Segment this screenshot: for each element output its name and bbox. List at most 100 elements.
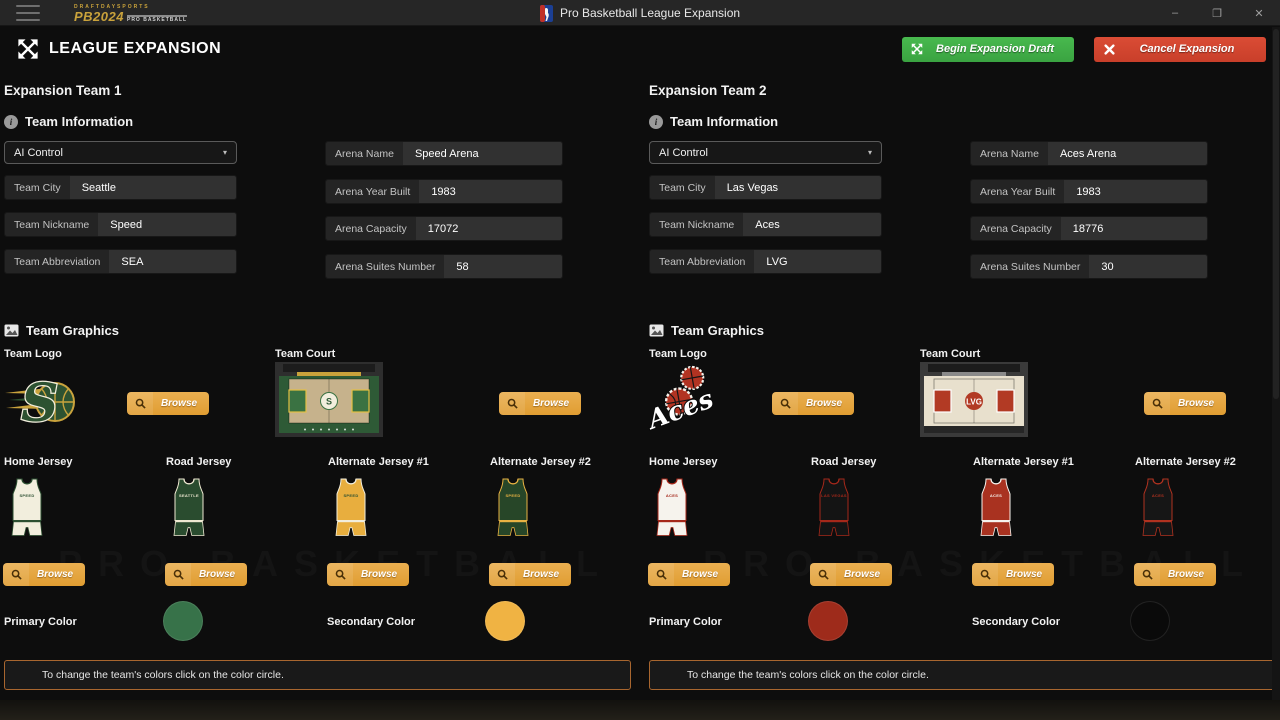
arena-year-built-label: Arena Year Built <box>971 180 1064 203</box>
team-city-label: Team City <box>650 176 715 199</box>
ai-control-select[interactable]: AI Control ▾ <box>649 141 882 164</box>
expansion-team-1-panel: PRO BASKETBALL Expansion Team 1 i Team I… <box>3 75 636 700</box>
bottom-band <box>0 700 1280 720</box>
secondary-color-label: Secondary Color <box>327 616 415 628</box>
arena-name-label: Arena Name <box>326 142 403 165</box>
browse-alternate-jersey-2-button[interactable]: Browse <box>489 563 571 586</box>
search-icon <box>3 563 29 586</box>
arena-capacity-input[interactable] <box>1061 217 1207 240</box>
alternate-jersey-2-label: Alternate Jersey #2 <box>1135 456 1236 468</box>
app-logo-sub-text: PRO BASKETBALL <box>127 15 187 23</box>
arena-name-input[interactable] <box>403 142 562 165</box>
minimize-button[interactable]: – <box>1154 0 1196 26</box>
team-abbreviation-input[interactable] <box>109 250 236 273</box>
team-nickname-label: Team Nickname <box>650 213 743 236</box>
browse-home-jersey-button[interactable]: Browse <box>3 563 85 586</box>
browse-alternate-jersey-1-button[interactable]: Browse <box>327 563 409 586</box>
browse-label: Browse <box>29 569 85 580</box>
team-abbreviation-input[interactable] <box>754 250 881 273</box>
arena-capacity-label: Arena Capacity <box>326 217 416 240</box>
primary-color-label: Primary Color <box>649 616 722 628</box>
arena-capacity-input[interactable] <box>416 217 562 240</box>
team-nickname-input[interactable] <box>98 213 236 236</box>
team-logo-image: Aces <box>648 363 728 437</box>
search-icon <box>810 563 836 586</box>
road-jersey-cell: Road Jersey LAS VEGAS Browse <box>810 456 972 588</box>
expand-arrows-icon <box>902 43 932 55</box>
cancel-expansion-label: Cancel Expansion <box>1124 43 1266 55</box>
jersey-wordmark: SPEED <box>331 493 371 498</box>
team-graphics-title: Team Graphics <box>26 323 119 338</box>
jersey-image <box>652 478 692 544</box>
svg-text:S: S <box>326 397 332 407</box>
maximize-button[interactable]: ❐ <box>1196 0 1238 26</box>
alternate-jersey-2-cell: Alternate Jersey #2 ACES Browse <box>1134 456 1280 588</box>
chevron-down-icon: ▾ <box>868 148 881 157</box>
window-title: Pro Basketball League Expansion <box>560 6 740 20</box>
page-header: LEAGUE EXPANSION Begin Expansion Draft C… <box>0 27 1280 71</box>
arena-suites-number-group: Arena Suites Number <box>970 254 1208 279</box>
team-information-title: Team Information <box>670 114 778 129</box>
arena-name-input[interactable] <box>1048 142 1207 165</box>
team-city-input[interactable] <box>715 176 881 199</box>
primary-color-circle[interactable] <box>163 601 203 641</box>
ai-control-value: AI Control <box>650 147 868 159</box>
primary-color-circle[interactable] <box>808 601 848 641</box>
arena-suites-number-label: Arena Suites Number <box>326 255 444 278</box>
search-icon <box>499 392 525 415</box>
vertical-scrollbar[interactable] <box>1272 27 1280 700</box>
arena-year-built-input[interactable] <box>419 180 562 203</box>
browse-road-jersey-button[interactable]: Browse <box>810 563 892 586</box>
secondary-color-circle[interactable] <box>1130 601 1170 641</box>
expand-arrows-icon <box>17 38 39 60</box>
browse-alternate-jersey-1-button[interactable]: Browse <box>972 563 1054 586</box>
info-icon: i <box>649 115 663 129</box>
close-button[interactable]: ✕ <box>1238 0 1280 26</box>
ai-control-select[interactable]: AI Control ▾ <box>4 141 237 164</box>
arena-suites-number-input[interactable] <box>444 255 562 278</box>
image-icon <box>4 324 19 337</box>
team-city-input[interactable] <box>70 176 236 199</box>
home-jersey-label: Home Jersey <box>4 456 73 468</box>
team-nickname-label: Team Nickname <box>5 213 98 236</box>
jersey-wordmark: ACES <box>976 493 1016 498</box>
team-abbreviation-group: Team Abbreviation <box>4 249 237 274</box>
browse-alternate-jersey-2-button[interactable]: Browse <box>1134 563 1216 586</box>
alternate-jersey-2-label: Alternate Jersey #2 <box>490 456 591 468</box>
jersey-wordmark: SEATTLE <box>169 493 209 498</box>
close-icon <box>1094 44 1124 55</box>
browse-home-jersey-button[interactable]: Browse <box>648 563 730 586</box>
color-hint-bar: To change the team's colors click on the… <box>649 660 1276 690</box>
team-abbreviation-label: Team Abbreviation <box>5 250 109 273</box>
browse-logo-button[interactable]: Browse <box>127 392 209 415</box>
browse-label: Browse <box>525 398 581 409</box>
browse-label: Browse <box>998 569 1054 580</box>
app-icon <box>540 5 553 22</box>
begin-expansion-draft-button[interactable]: Begin Expansion Draft <box>902 37 1074 62</box>
browse-court-button[interactable]: Browse <box>1144 392 1226 415</box>
scrollbar-thumb[interactable] <box>1273 29 1279 399</box>
home-jersey-cell: Home Jersey ACES Browse <box>648 456 810 588</box>
jersey-wordmark: ACES <box>1138 493 1178 498</box>
team-heading: Expansion Team 1 <box>4 83 122 98</box>
begin-expansion-draft-label: Begin Expansion Draft <box>932 43 1074 55</box>
arena-capacity-label: Arena Capacity <box>971 217 1061 240</box>
arena-suites-number-group: Arena Suites Number <box>325 254 563 279</box>
search-icon <box>772 392 798 415</box>
arena-year-built-input[interactable] <box>1064 180 1207 203</box>
jersey-wordmark: SPEED <box>7 493 47 498</box>
browse-road-jersey-button[interactable]: Browse <box>165 563 247 586</box>
team-information-title: Team Information <box>25 114 133 129</box>
secondary-color-circle[interactable] <box>485 601 525 641</box>
browse-logo-button[interactable]: Browse <box>772 392 854 415</box>
team-court-image: LVG <box>920 362 1028 437</box>
jersey-image <box>976 478 1016 544</box>
browse-court-button[interactable]: Browse <box>499 392 581 415</box>
cancel-expansion-button[interactable]: Cancel Expansion <box>1094 37 1266 62</box>
jersey-image <box>169 478 209 544</box>
menu-icon[interactable] <box>16 5 40 21</box>
arena-suites-number-input[interactable] <box>1089 255 1207 278</box>
browse-label: Browse <box>674 569 730 580</box>
team-nickname-input[interactable] <box>743 213 881 236</box>
arena-suites-number-label: Arena Suites Number <box>971 255 1089 278</box>
